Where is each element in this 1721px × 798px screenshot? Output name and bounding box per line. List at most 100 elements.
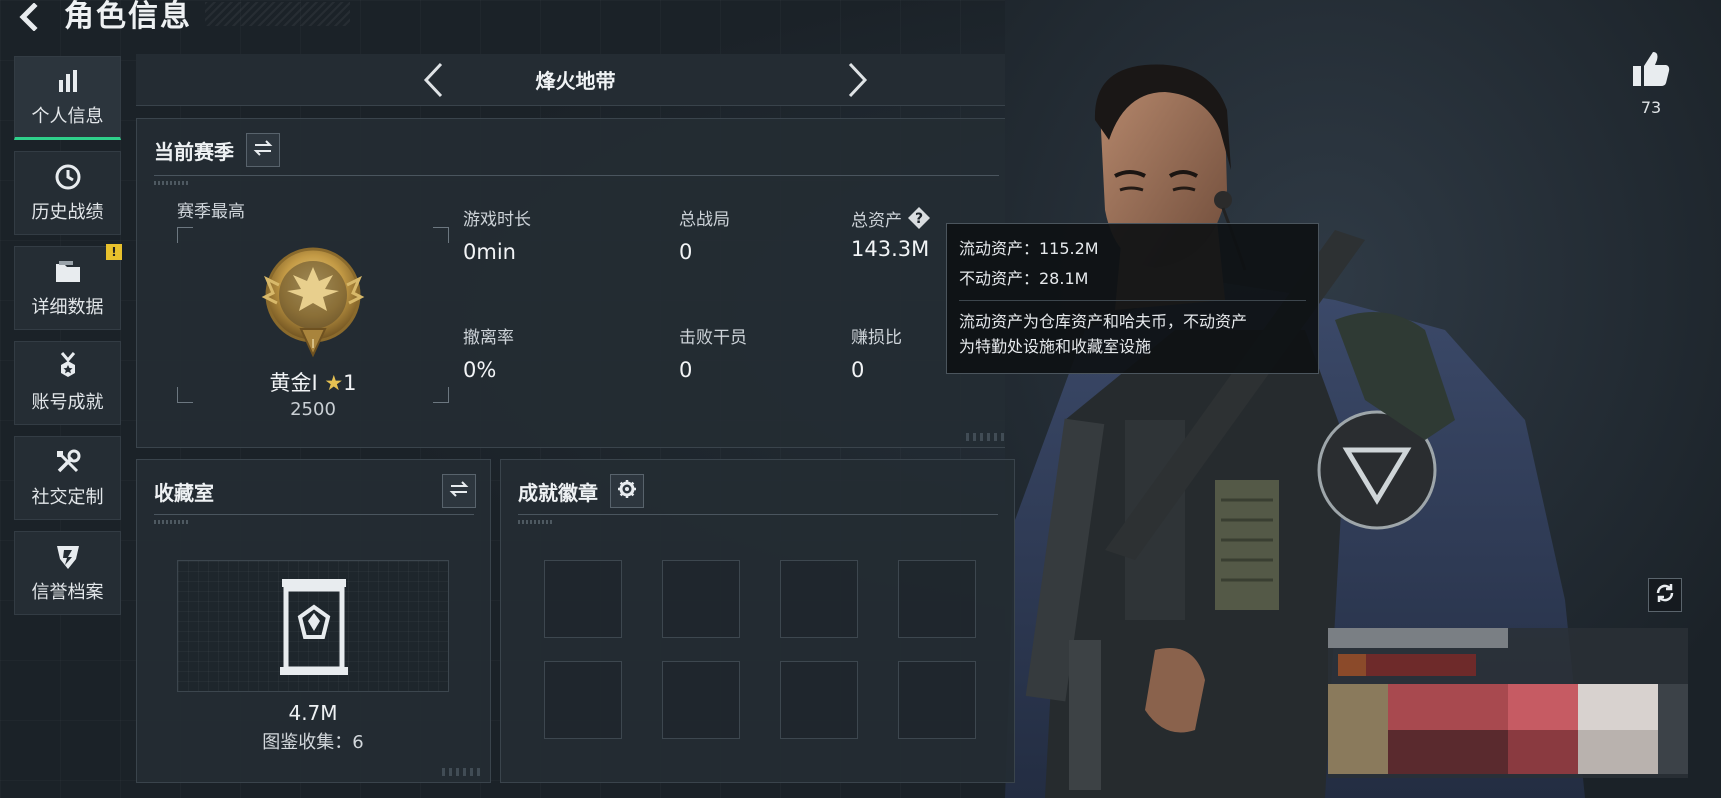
mode-next-button[interactable] [837, 60, 877, 100]
sidebar-item-personal-info[interactable]: 个人信息 [14, 56, 121, 140]
collection-switch-button[interactable] [442, 474, 476, 508]
title-decoration [205, 2, 350, 26]
stat-label: 总战局 [679, 210, 730, 230]
achievement-slot[interactable] [662, 661, 740, 739]
swap-icon [449, 481, 469, 501]
like-count: 73 [1640, 98, 1662, 117]
stat-value: 0min [463, 240, 516, 264]
tooltip-note-line2: 为特勤处设施和收藏室设施 [959, 337, 1152, 356]
sidebar-item-label: 账号成就 [31, 392, 104, 413]
achievement-title: 成就徽章 [518, 480, 598, 505]
tooltip-liquid-assets: 流动资产：115.2M [959, 239, 1099, 258]
bar-chart-icon [55, 66, 81, 96]
stat-profit-loss-ratio: 赚损比 0 [851, 323, 902, 382]
achievement-slot[interactable] [898, 560, 976, 638]
clock-icon [54, 162, 82, 192]
sidebar-item-label: 社交定制 [31, 487, 104, 508]
stat-label: 击败干员 [679, 328, 747, 348]
season-title: 当前赛季 [154, 139, 234, 164]
refresh-icon [1654, 582, 1676, 608]
stat-label-text: 总资产 [851, 210, 902, 231]
stat-label: 赚损比 [851, 328, 902, 348]
season-panel: 当前赛季 赛季最高 I 黄金I ★1 2500 游戏时长 0min 总战局 0 … [136, 118, 1015, 448]
decoration [518, 520, 552, 524]
stat-value: 0 [851, 358, 865, 382]
sidebar-item-detail-data[interactable]: ! 详细数据 [14, 244, 122, 330]
sidebar-item-label: 信誉档案 [31, 582, 104, 603]
mode-title: 烽火地带 [535, 69, 616, 93]
rank-star-count: 1 [343, 371, 357, 395]
divider [154, 514, 474, 515]
pixelated-profile-card [1328, 628, 1688, 778]
help-icon[interactable]: ? [906, 205, 932, 231]
vault-icon [276, 577, 352, 677]
stat-label: 游戏时长 [463, 210, 531, 230]
assets-tooltip: 流动资产：115.2M 不动资产：28.1M 流动资产为仓库资产和哈夫币，不动资… [946, 223, 1319, 374]
page-title: 角色信息 [64, 0, 192, 34]
achievement-header: 成就徽章 [518, 474, 644, 508]
decoration [154, 520, 188, 524]
divider [154, 175, 999, 176]
svg-text:?: ? [915, 211, 923, 227]
achievement-slot[interactable] [662, 560, 740, 638]
achievement-slot[interactable] [780, 560, 858, 638]
alert-badge: ! [106, 244, 122, 260]
gear-icon [617, 479, 637, 503]
sidebar-item-label: 详细数据 [31, 297, 104, 318]
stat-extraction-rate: 撤离率 0% [463, 323, 514, 382]
divider [518, 514, 998, 515]
back-arrow-icon[interactable] [14, 2, 44, 32]
collection-count: 图鉴收集：6 [262, 732, 364, 753]
stat-label: 总资产 ? [851, 205, 932, 231]
sidebar-item-credit-record[interactable]: 信誉档案 [14, 531, 121, 615]
folder-icon [53, 257, 83, 287]
stat-value: 0 [679, 240, 693, 264]
page-header: 角色信息 [14, 0, 192, 34]
stat-total-assets: 总资产 ? 143.3M [851, 205, 932, 261]
sidebar-item-social-custom[interactable]: 社交定制 [14, 436, 121, 520]
sidebar: 个人信息 历史战绩 ! 详细数据 账号成就 社交定制 信誉档案 [14, 56, 122, 626]
achievement-settings-button[interactable] [610, 474, 644, 508]
stat-value: 0 [679, 358, 693, 382]
thumbs-up-icon[interactable] [1627, 50, 1675, 92]
divider [959, 300, 1306, 301]
mode-selector: 烽火地带 [136, 54, 1015, 106]
tooltip-note-line1: 流动资产为仓库资产和哈夫币，不动资产 [959, 312, 1248, 331]
sidebar-item-label: 历史战绩 [31, 202, 104, 223]
decoration [442, 768, 482, 776]
achievement-slot[interactable] [780, 661, 858, 739]
stat-value: 0% [463, 358, 497, 382]
achievement-panel: 成就徽章 [500, 459, 1015, 783]
shield-icon [54, 542, 82, 572]
refresh-button[interactable] [1648, 578, 1682, 612]
achievement-slot[interactable] [898, 661, 976, 739]
tooltip-fixed-assets: 不动资产：28.1M [959, 269, 1089, 288]
collection-value: 4.7M [288, 701, 338, 725]
mode-prev-button[interactable] [414, 60, 454, 100]
rank-name: 黄金I [269, 371, 318, 395]
stat-total-matches: 总战局 0 [679, 205, 730, 264]
achievement-slot[interactable] [544, 560, 622, 638]
decoration [154, 181, 188, 185]
collection-header: 收藏室 [154, 474, 476, 508]
gold-rank-emblem-icon: I [261, 245, 365, 361]
like-block: 73 [1627, 50, 1675, 117]
decoration [966, 433, 1006, 441]
rank-points: 2500 [290, 399, 336, 420]
tools-icon [54, 447, 82, 477]
collection-display[interactable] [177, 560, 449, 692]
season-best-label: 赛季最高 [177, 202, 245, 222]
season-switch-button[interactable] [246, 133, 280, 167]
season-header: 当前赛季 [154, 133, 280, 167]
swap-icon [253, 140, 273, 160]
collection-title: 收藏室 [154, 480, 214, 505]
sidebar-item-history[interactable]: 历史战绩 [14, 151, 121, 235]
sidebar-item-achievements[interactable]: 账号成就 [14, 341, 121, 425]
achievement-slot[interactable] [544, 661, 622, 739]
stat-operators-defeated: 击败干员 0 [679, 323, 747, 382]
stat-label: 撤离率 [463, 328, 514, 348]
stat-value: 143.3M [851, 237, 930, 261]
stat-play-time: 游戏时长 0min [463, 205, 531, 264]
sidebar-item-label: 个人信息 [31, 106, 104, 127]
rank-frame: I 黄金I ★1 2500 [177, 227, 449, 420]
